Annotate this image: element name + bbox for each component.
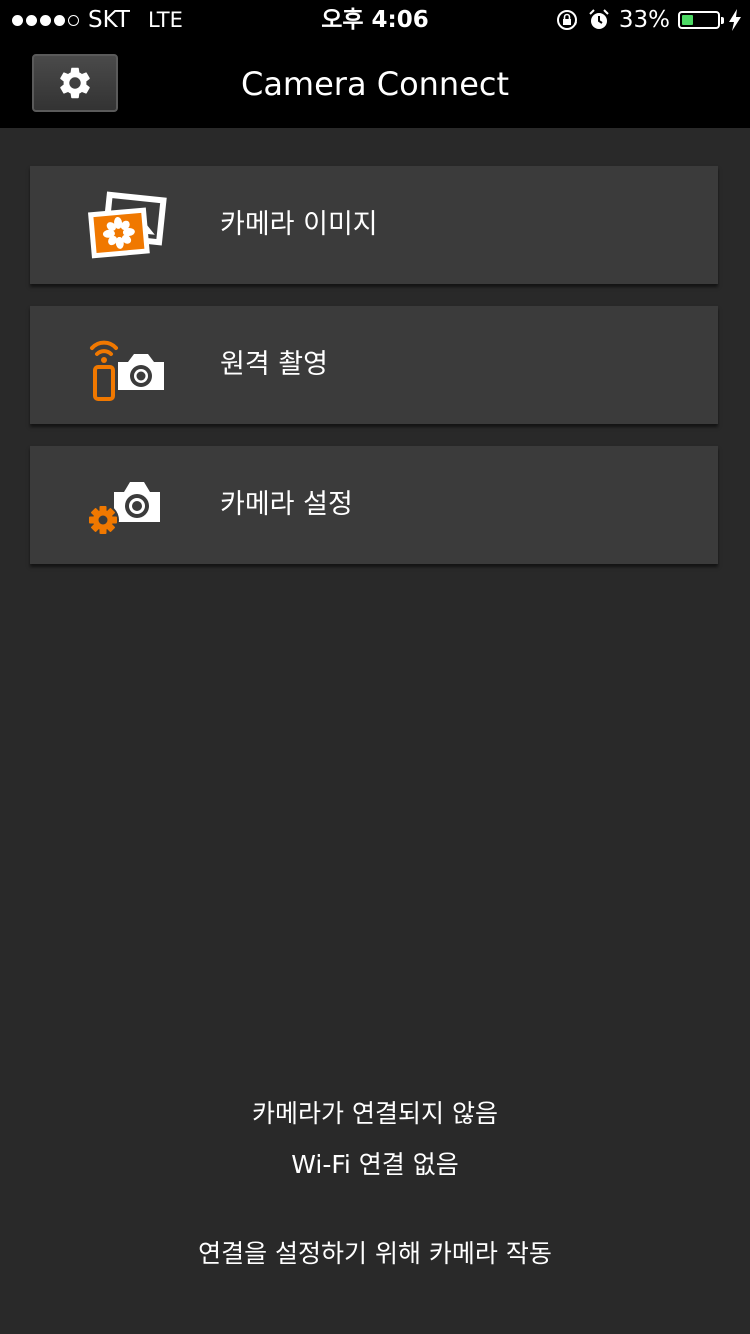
carrier-name: SKT xyxy=(88,7,130,33)
nav-bar: Camera Connect xyxy=(0,40,750,128)
menu-item-label: 원격 촬영 xyxy=(220,349,328,380)
charging-bolt-icon xyxy=(729,9,741,31)
gear-icon xyxy=(60,67,90,99)
remote-shooting-icon xyxy=(90,340,164,401)
status-bar: SKT LTE 오후 4:06 33% xyxy=(0,0,750,40)
camera-settings-icon xyxy=(87,482,160,536)
rotation-lock-icon xyxy=(556,10,577,30)
status-left: SKT LTE xyxy=(12,0,183,40)
battery-percent: 33% xyxy=(618,7,670,33)
menu-item-remote-shooting[interactable]: 원격 촬영 xyxy=(30,306,718,424)
menu-item-camera-settings[interactable]: 카메라 설정 xyxy=(30,446,718,564)
status-right: 33% xyxy=(555,0,742,40)
alarm-icon xyxy=(589,9,609,29)
battery-icon xyxy=(678,11,724,29)
menu-item-camera-images[interactable]: 카메라 이미지 xyxy=(30,166,718,284)
camera-not-connected-text: 카메라가 연결되지 않음 xyxy=(252,1099,498,1128)
network-type: LTE xyxy=(147,8,183,32)
no-wifi-text: Wi-Fi 연결 없음 xyxy=(291,1150,459,1179)
settings-button[interactable] xyxy=(32,54,118,112)
instruction-text: 연결을 설정하기 위해 카메라 작동 xyxy=(198,1239,552,1268)
signal-strength-icon xyxy=(12,14,79,26)
battery-fill xyxy=(682,15,694,25)
photos-icon xyxy=(88,191,167,259)
menu-item-label: 카메라 이미지 xyxy=(220,209,378,240)
menu-item-label: 카메라 설정 xyxy=(220,489,353,520)
